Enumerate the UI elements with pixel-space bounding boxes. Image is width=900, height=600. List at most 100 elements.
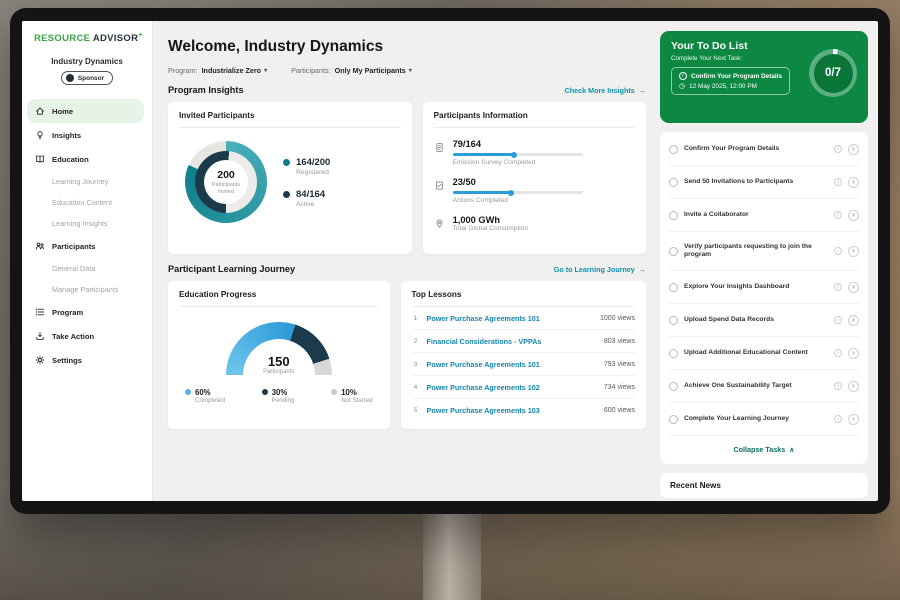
- sidebar-item-take-action[interactable]: Take Action: [22, 324, 152, 348]
- chevron-right-icon[interactable]: ›: [848, 282, 859, 293]
- sponsor-icon: [66, 74, 74, 82]
- legend-active: 84/164 Active: [283, 189, 330, 208]
- chevron-right-icon[interactable]: ›: [848, 246, 859, 257]
- next-task-box: ✓ Confirm Your Program Details ◷ 12 May …: [671, 67, 790, 95]
- lesson-link[interactable]: Financial Considerations - VPPAs: [427, 337, 597, 346]
- sidebar-item-label: Settings: [52, 356, 82, 365]
- sidebar-item-label: Participants: [52, 242, 95, 251]
- info-icon: i: [834, 178, 842, 186]
- task-row-send-invitations[interactable]: Send 50 Invitations to Participants i ›: [669, 166, 859, 199]
- sponsor-badge[interactable]: Sponsor: [61, 71, 113, 85]
- info-icon: i: [834, 316, 842, 324]
- dashboard-screen: RESOURCE ADVISOR+ Industry Dynamics Spon…: [22, 21, 878, 501]
- task-list-card: Confirm Your Program Details i › Send 50…: [660, 132, 868, 464]
- sidebar-item-learning-insights[interactable]: Learning Insights: [22, 213, 152, 234]
- program-filter[interactable]: Program: Industrialize Zero ▾: [168, 66, 267, 75]
- sidebar-item-education[interactable]: Education: [22, 147, 152, 171]
- sidebar-item-label: Program: [52, 308, 83, 317]
- monitor-stand: [423, 508, 481, 600]
- task-row-upload-spend-data[interactable]: Upload Spend Data Records i ›: [669, 304, 859, 337]
- task-checkbox[interactable]: [669, 211, 678, 220]
- todo-panel: Your To Do List Complete Your Next Task:…: [659, 21, 878, 501]
- gear-icon: [35, 355, 45, 365]
- task-row-achieve-sustainability-target[interactable]: Achieve One Sustainability Target i ›: [669, 370, 859, 403]
- lesson-link[interactable]: Power Purchase Agreements 103: [427, 406, 597, 415]
- chevron-right-icon[interactable]: ›: [848, 381, 859, 392]
- lightbulb-icon: [35, 130, 45, 140]
- card-title: Education Progress: [179, 290, 379, 307]
- check-more-insights-link[interactable]: Check More Insights →: [565, 86, 646, 95]
- sidebar-item-home[interactable]: Home: [27, 99, 144, 123]
- task-checkbox[interactable]: [669, 178, 678, 187]
- sidebar-item-program[interactable]: Program: [22, 300, 152, 324]
- chevron-right-icon[interactable]: ›: [848, 315, 859, 326]
- todo-progress-count: 0/7: [814, 54, 853, 93]
- card-title: Participants Information: [434, 111, 635, 128]
- chevron-right-icon[interactable]: ›: [848, 348, 859, 359]
- chevron-right-icon[interactable]: ›: [848, 414, 859, 425]
- chevron-right-icon[interactable]: ›: [848, 144, 859, 155]
- task-checkbox[interactable]: [669, 145, 678, 154]
- task-row-verify-participants[interactable]: Verify participants requesting to join t…: [669, 232, 859, 271]
- program-filter-label: Program:: [168, 66, 198, 75]
- task-row-upload-educational-content[interactable]: Upload Additional Educational Content i …: [669, 337, 859, 370]
- info-icon: i: [834, 283, 842, 291]
- sidebar-item-settings[interactable]: Settings: [22, 348, 152, 372]
- sidebar-item-general-data[interactable]: General Data: [22, 258, 152, 279]
- lesson-row: 5 Power Purchase Agreements 103 600 view…: [412, 399, 635, 421]
- lesson-row: 2 Financial Considerations - VPPAs 803 v…: [412, 330, 635, 353]
- legend-not-started: 10% Not Started: [331, 388, 372, 404]
- lesson-link[interactable]: Power Purchase Agreements 102: [427, 383, 597, 392]
- task-checkbox[interactable]: [669, 283, 678, 292]
- info-icon: i: [834, 145, 842, 153]
- go-to-learning-journey-link[interactable]: Go to Learning Journey →: [554, 265, 646, 274]
- task-checkbox[interactable]: [669, 415, 678, 424]
- stat-global-consumption: 1,000 GWh Total Global Consumption: [434, 215, 635, 232]
- task-row-confirm-program[interactable]: Confirm Your Program Details i ›: [669, 133, 859, 166]
- info-icon: i: [834, 382, 842, 390]
- org-name: Industry Dynamics: [22, 57, 152, 66]
- chevron-right-icon[interactable]: ›: [848, 210, 859, 221]
- emission-survey-progress-bar: [453, 153, 583, 156]
- program-filter-value: Industrialize Zero: [202, 66, 262, 75]
- collapse-tasks-link[interactable]: Collapse Tasks ∧: [669, 436, 859, 463]
- sidebar-item-learning-journey[interactable]: Learning Journey: [22, 171, 152, 192]
- sidebar-item-education-content[interactable]: Education Content: [22, 192, 152, 213]
- education-progress-gauge-chart: 150 Participants: [226, 322, 332, 375]
- legend-completed: 60% Completed: [185, 388, 225, 404]
- task-checkbox[interactable]: [669, 247, 678, 256]
- donut-center-value: 200: [217, 169, 235, 181]
- sponsor-badge-label: Sponsor: [78, 75, 104, 82]
- participants-filter[interactable]: Participants: Only My Participants ▾: [291, 66, 412, 75]
- book-icon: [35, 154, 45, 164]
- task-checkbox[interactable]: [669, 349, 678, 358]
- stat-emission-survey: 79/164 Emission Survey Completed: [434, 139, 635, 166]
- legend-registered: 164/200 Registered: [283, 157, 330, 176]
- task-checkbox[interactable]: [669, 316, 678, 325]
- action-arrow-icon: [35, 331, 45, 341]
- lesson-link[interactable]: Power Purchase Agreements 101: [427, 314, 593, 323]
- task-checkbox[interactable]: [669, 382, 678, 391]
- task-row-complete-learning-journey[interactable]: Complete Your Learning Journey i ›: [669, 403, 859, 436]
- participants-information-card: Participants Information 79/164 Emission…: [423, 102, 646, 254]
- info-icon: i: [834, 247, 842, 255]
- sidebar-item-participants[interactable]: Participants: [22, 234, 152, 258]
- info-icon: i: [834, 211, 842, 219]
- card-title: Invited Participants: [179, 111, 401, 128]
- chevron-right-icon[interactable]: ›: [848, 177, 859, 188]
- invited-participants-card: Invited Participants 200 Participants In…: [168, 102, 412, 254]
- donut-center-label: Participants Invited: [208, 182, 244, 195]
- next-task-label: Confirm Your Program Details: [691, 73, 782, 80]
- sidebar-item-manage-participants[interactable]: Manage Participants: [22, 279, 152, 300]
- home-icon: [35, 106, 45, 116]
- task-row-invite-collaborator[interactable]: Invite a Collaborator i ›: [669, 199, 859, 232]
- actions-completed-progress-bar: [453, 191, 583, 194]
- participants-filter-value: Only My Participants: [335, 66, 406, 75]
- next-task-time: 12 May 2025, 12:00 PM: [689, 83, 757, 90]
- lesson-link[interactable]: Power Purchase Agreements 101: [427, 360, 597, 369]
- task-row-explore-insights[interactable]: Explore Your Insights Dashboard i ›: [669, 271, 859, 304]
- info-icon: i: [834, 415, 842, 423]
- todo-progress-ring: 0/7: [809, 49, 857, 97]
- logo-advisor: ADVISOR: [93, 33, 138, 44]
- sidebar-item-insights[interactable]: Insights: [22, 123, 152, 147]
